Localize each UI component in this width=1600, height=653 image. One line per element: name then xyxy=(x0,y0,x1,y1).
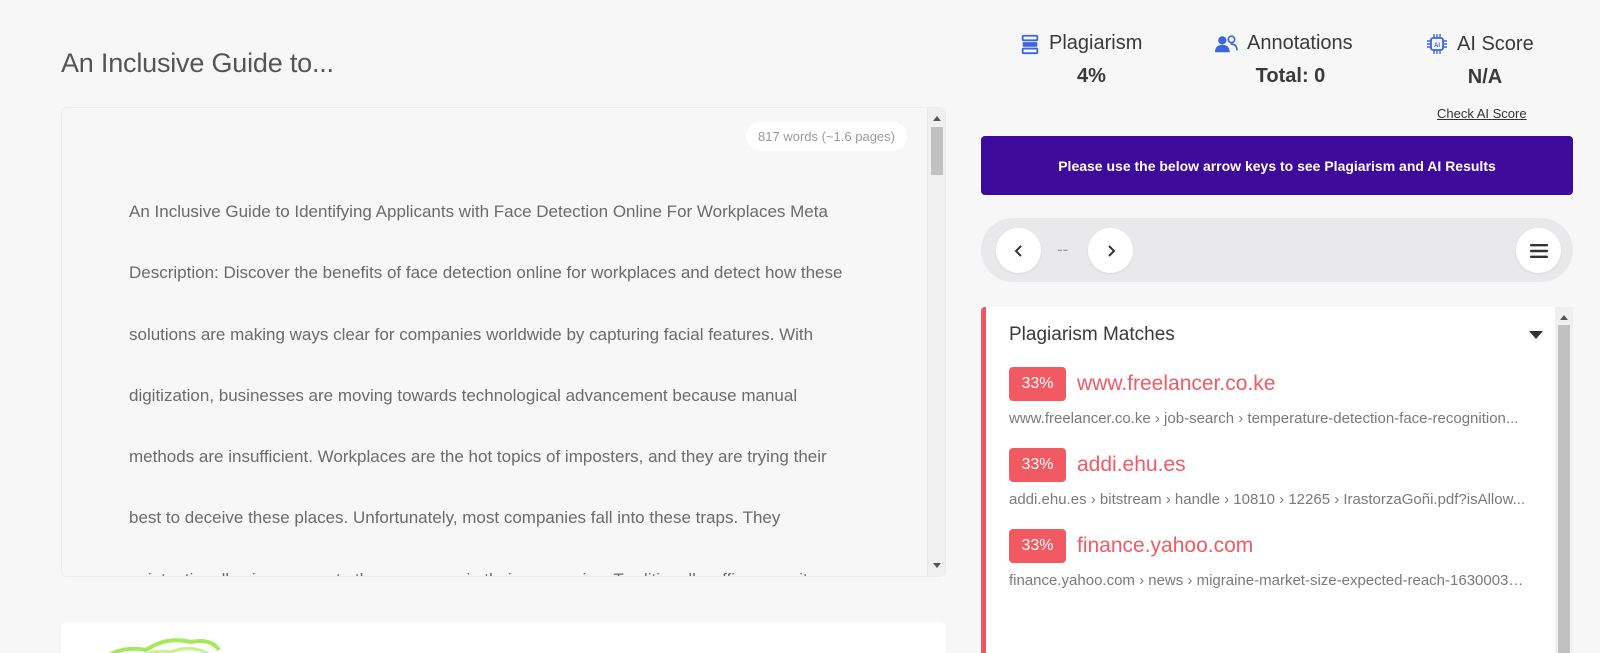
match-item: 33% finance.yahoo.com finance.yahoo.com … xyxy=(1009,529,1529,589)
match-percent-badge: 33% xyxy=(1009,529,1066,563)
collapse-caret-icon[interactable] xyxy=(1529,331,1543,339)
ai-score-value: N/A xyxy=(1467,66,1503,88)
match-source-path: finance.yahoo.com › news › migraine-mark… xyxy=(1009,572,1529,589)
result-counter: -- xyxy=(1057,240,1069,259)
document-line: Description: Discover the benefits of fa… xyxy=(129,263,843,283)
scrollbar-thumb[interactable] xyxy=(1558,325,1570,653)
document-line: digitization, businesses are moving towa… xyxy=(129,385,798,405)
stats-header: Plagiarism 4% Annotations Total: 0 AI AI… xyxy=(985,32,1575,127)
decorative-graphic-icon xyxy=(109,638,221,653)
match-domain-link[interactable]: finance.yahoo.com xyxy=(1077,534,1253,558)
scroll-down-arrow-icon[interactable] xyxy=(933,563,941,568)
users-icon xyxy=(1215,34,1238,52)
plagiarism-matches-panel: Plagiarism Matches 33% www.freelancer.co… xyxy=(981,307,1555,653)
matches-scrollbar[interactable] xyxy=(1555,307,1573,653)
secondary-card xyxy=(61,622,946,653)
ai-chip-icon: AI xyxy=(1427,34,1447,54)
document-scrollbar[interactable] xyxy=(927,108,945,576)
server-icon xyxy=(1021,34,1039,54)
match-item: 33% www.freelancer.co.ke www.freelancer.… xyxy=(1009,367,1529,427)
results-instruction-banner: Please use the below arrow keys to see P… xyxy=(981,136,1573,195)
document-line: An Inclusive Guide to Identifying Applic… xyxy=(129,202,828,221)
ai-score-stat: AI AI Score N/A xyxy=(1425,32,1545,89)
match-percent-badge: 33% xyxy=(1009,367,1066,401)
document-line: unintentionally give access to the scamm… xyxy=(129,549,859,576)
scroll-up-arrow-icon[interactable] xyxy=(933,116,941,121)
annotations-value: Total: 0 xyxy=(1255,65,1326,87)
document-text-panel[interactable]: 817 words (~1.6 pages) An Inclusive Guid… xyxy=(61,107,946,577)
document-line: methods are insufficient. Workplaces are… xyxy=(129,447,827,467)
results-navigator: -- xyxy=(981,218,1573,282)
svg-text:AI: AI xyxy=(1434,43,1440,49)
chevron-left-icon xyxy=(1014,244,1022,257)
annotations-stat: Annotations Total: 0 xyxy=(1213,32,1368,88)
document-line: best to deceive these places. Unfortunat… xyxy=(129,508,781,528)
document-text[interactable]: An Inclusive Guide to Identifying Applic… xyxy=(129,181,859,576)
match-item: 33% addi.ehu.es addi.ehu.es › bitstream … xyxy=(1009,448,1529,508)
hamburger-menu-icon xyxy=(1529,243,1548,258)
results-menu-button[interactable] xyxy=(1516,228,1561,273)
plagiarism-value: 4% xyxy=(1077,65,1106,87)
plagiarism-label: Plagiarism xyxy=(1049,32,1143,54)
document-line: solutions are making ways clear for comp… xyxy=(129,324,814,344)
chevron-right-icon xyxy=(1107,244,1115,257)
match-source-path: www.freelancer.co.ke › job-search › temp… xyxy=(1009,410,1519,427)
plagiarism-stat: Plagiarism 4% xyxy=(1019,32,1164,88)
scrollbar-thumb[interactable] xyxy=(931,127,943,175)
word-count-badge: 817 words (~1.6 pages) xyxy=(746,122,907,151)
match-source-path: addi.ehu.es › bitstream › handle › 10810… xyxy=(1009,491,1526,508)
match-domain-link[interactable]: www.freelancer.co.ke xyxy=(1077,372,1275,396)
match-percent-badge: 33% xyxy=(1009,448,1066,482)
ai-score-label: AI Score xyxy=(1457,32,1534,55)
match-domain-link[interactable]: addi.ehu.es xyxy=(1077,453,1186,477)
previous-result-button[interactable] xyxy=(996,228,1041,273)
document-title: An Inclusive Guide to... xyxy=(61,48,334,78)
check-ai-score-link[interactable]: Check AI Score xyxy=(1437,106,1527,121)
annotations-label: Annotations xyxy=(1247,32,1353,54)
plagiarism-matches-title: Plagiarism Matches xyxy=(1009,324,1175,345)
scroll-up-arrow-icon[interactable] xyxy=(1560,315,1568,320)
next-result-button[interactable] xyxy=(1088,228,1133,273)
